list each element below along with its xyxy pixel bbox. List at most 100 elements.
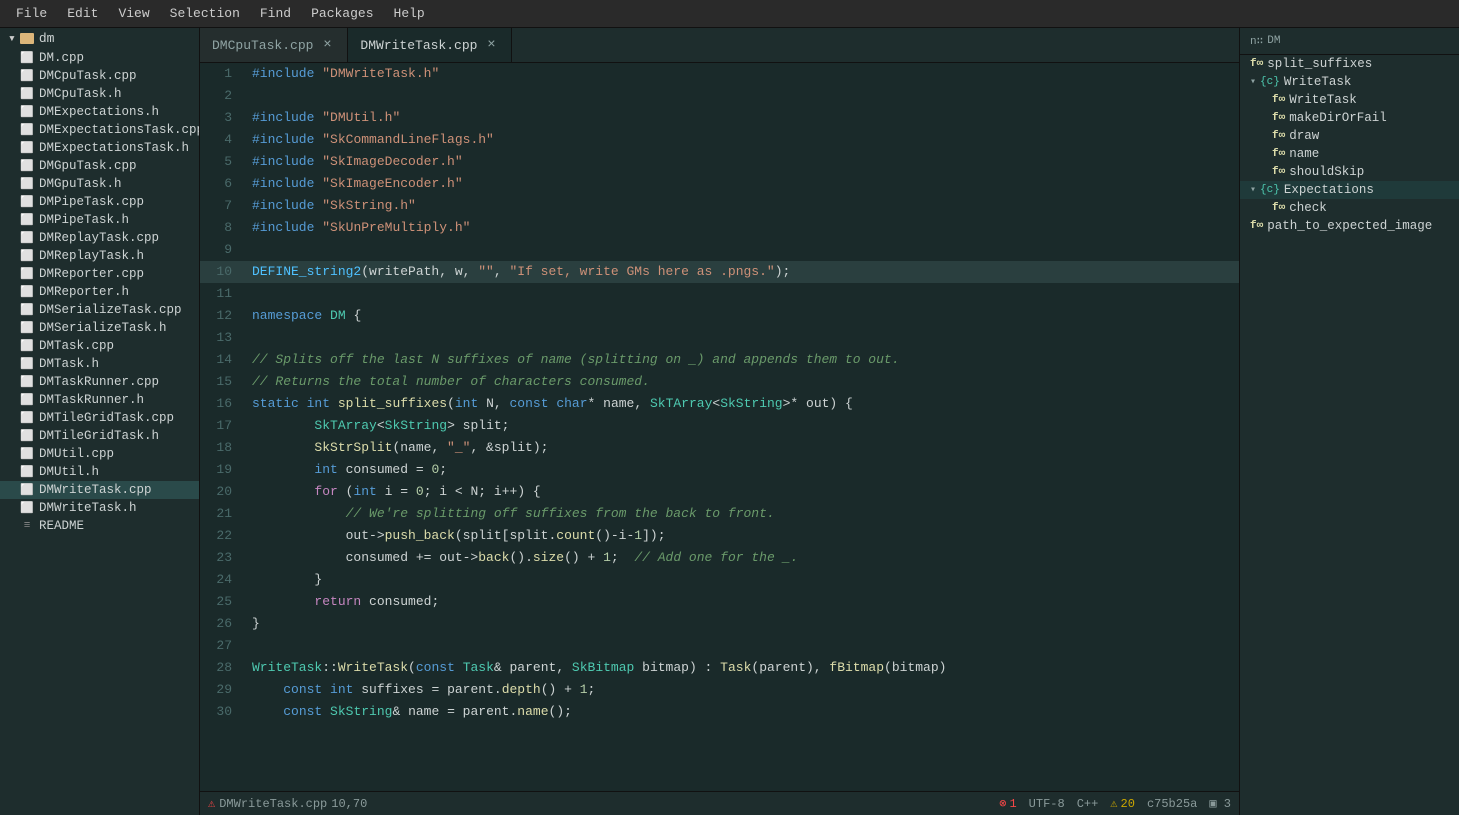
- fn-icon: f∞: [1272, 166, 1285, 178]
- sidebar-item-dmwritetask-cpp[interactable]: ⬜ DMWriteTask.cpp: [0, 481, 199, 499]
- code-line: 24 }: [200, 569, 1239, 591]
- fn-icon: f∞: [1250, 58, 1263, 70]
- sidebar-item-dmreporter-cpp[interactable]: ⬜ DMReporter.cpp: [0, 265, 199, 283]
- outline-label: draw: [1289, 129, 1319, 143]
- folder-name: dm: [39, 31, 55, 46]
- ns-indicator: n∷: [1250, 34, 1263, 48]
- outline-item-writetask-class[interactable]: ▾ {c} WriteTask: [1240, 73, 1459, 91]
- code-line: 28 WriteTask::WriteTask(const Task& pare…: [200, 657, 1239, 679]
- file-label: DMSerializeTask.cpp: [39, 303, 182, 317]
- cpp-icon: ⬜: [20, 69, 34, 83]
- sidebar-item-dm-cpp[interactable]: ⬜ DM.cpp: [0, 49, 199, 67]
- sidebar-item-dmtaskrunner-cpp[interactable]: ⬜ DMTaskRunner.cpp: [0, 373, 199, 391]
- outline-item-makedirorfail[interactable]: f∞ makeDirOrFail: [1240, 109, 1459, 127]
- outline-panel: n∷ DM f∞ split_suffixes ▾ {c} WriteTask …: [1239, 28, 1459, 815]
- sidebar-item-dmexpectationstask-cpp[interactable]: ⬜ DMExpectationsTask.cpp: [0, 121, 199, 139]
- outline-item-shouldskip[interactable]: f∞ shouldSkip: [1240, 163, 1459, 181]
- outline-item-split-suffixes[interactable]: f∞ split_suffixes: [1240, 55, 1459, 73]
- file-label: DMGpuTask.cpp: [39, 159, 137, 173]
- file-label: DMExpectations.h: [39, 105, 159, 119]
- code-editor[interactable]: 1 #include "DMWriteTask.h" 2 3 #include …: [200, 63, 1239, 791]
- sidebar-item-dmexpectations-h[interactable]: ⬜ DMExpectations.h: [0, 103, 199, 121]
- outline-item-expectations-class[interactable]: ▾ {c} Expectations: [1240, 181, 1459, 199]
- outline-item-check[interactable]: f∞ check: [1240, 199, 1459, 217]
- outline-item-name[interactable]: f∞ name: [1240, 145, 1459, 163]
- cpp-icon: ⬜: [20, 303, 34, 317]
- sidebar-item-dmpipetask-cpp[interactable]: ⬜ DMPipeTask.cpp: [0, 193, 199, 211]
- sidebar-item-dmutil-cpp[interactable]: ⬜ DMUtil.cpp: [0, 445, 199, 463]
- tab-dmwritetask-cpp[interactable]: DMWriteTask.cpp ×: [348, 28, 512, 62]
- outline-item-writetask-ctor[interactable]: f∞ WriteTask: [1240, 91, 1459, 109]
- sidebar-item-dmreporter-h[interactable]: ⬜ DMReporter.h: [0, 283, 199, 301]
- cpp-icon: ⬜: [20, 231, 34, 245]
- sidebar-item-dmcputask-cpp[interactable]: ⬜ DMCpuTask.cpp: [0, 67, 199, 85]
- status-right: ⊗ 1 UTF-8 C++ ⚠ 20 c75b25a ▣ 3: [999, 796, 1231, 811]
- outline-header: n∷ DM: [1240, 28, 1459, 55]
- sidebar: ▾ dm ⬜ DM.cpp ⬜ DMCpuTask.cpp ⬜ DMCpuTas…: [0, 28, 200, 815]
- folder-icon: [20, 33, 34, 44]
- tab-dmcputask-cpp[interactable]: DMCpuTask.cpp ×: [200, 28, 348, 62]
- code-line: 23 consumed += out->back().size() + 1; /…: [200, 547, 1239, 569]
- file-label: DMTaskRunner.cpp: [39, 375, 159, 389]
- h-icon: ⬜: [20, 141, 34, 155]
- sidebar-item-dmreplaytask-cpp[interactable]: ⬜ DMReplayTask.cpp: [0, 229, 199, 247]
- outline-label: Expectations: [1284, 183, 1374, 197]
- sidebar-item-dmtilegridtask-cpp[interactable]: ⬜ DMTileGridTask.cpp: [0, 409, 199, 427]
- tab-close-dmwritetask[interactable]: ×: [483, 37, 499, 53]
- code-line: 20 for (int i = 0; i < N; i++) {: [200, 481, 1239, 503]
- file-label: DMTaskRunner.h: [39, 393, 144, 407]
- code-line: 27: [200, 635, 1239, 657]
- code-line: 21 // We're splitting off suffixes from …: [200, 503, 1239, 525]
- cpp-icon: ⬜: [20, 447, 34, 461]
- sidebar-item-dmserializetask-h[interactable]: ⬜ DMSerializeTask.h: [0, 319, 199, 337]
- menu-find[interactable]: Find: [252, 4, 299, 23]
- sidebar-item-dmgputask-cpp[interactable]: ⬜ DMGpuTask.cpp: [0, 157, 199, 175]
- outline-label: WriteTask: [1289, 93, 1357, 107]
- sidebar-item-dmtaskrunner-h[interactable]: ⬜ DMTaskRunner.h: [0, 391, 199, 409]
- fn-icon: f∞: [1272, 130, 1285, 142]
- error-count: ⊗ 1: [999, 796, 1016, 811]
- outline-item-path-to-expected[interactable]: f∞ path_to_expected_image: [1240, 217, 1459, 235]
- sidebar-item-dmserializetask-cpp[interactable]: ⬜ DMSerializeTask.cpp: [0, 301, 199, 319]
- h-icon: ⬜: [20, 393, 34, 407]
- position-label: 10,70: [331, 797, 367, 811]
- sidebar-item-dmtask-h[interactable]: ⬜ DMTask.h: [0, 355, 199, 373]
- tab-label: DMCpuTask.cpp: [212, 38, 313, 53]
- editor-area: DMCpuTask.cpp × DMWriteTask.cpp × 1 #inc…: [200, 28, 1239, 815]
- menu-selection[interactable]: Selection: [162, 4, 248, 23]
- file-label: DMGpuTask.h: [39, 177, 122, 191]
- file-label: DMExpectationsTask.h: [39, 141, 189, 155]
- menu-file[interactable]: File: [8, 4, 55, 23]
- sidebar-item-dmtilegridtask-h[interactable]: ⬜ DMTileGridTask.h: [0, 427, 199, 445]
- h-icon: ⬜: [20, 357, 34, 371]
- cpp-icon: ⬜: [20, 195, 34, 209]
- code-line: 5 #include "SkImageDecoder.h": [200, 151, 1239, 173]
- menu-edit[interactable]: Edit: [59, 4, 106, 23]
- sidebar-item-dmreplaytask-h[interactable]: ⬜ DMReplayTask.h: [0, 247, 199, 265]
- sidebar-item-dmutil-h[interactable]: ⬜ DMUtil.h: [0, 463, 199, 481]
- h-icon: ⬜: [20, 213, 34, 227]
- sidebar-item-dmexpectationstask-h[interactable]: ⬜ DMExpectationsTask.h: [0, 139, 199, 157]
- tab-close-dmcputask[interactable]: ×: [319, 37, 335, 53]
- fn-icon: f∞: [1250, 220, 1263, 232]
- sidebar-folder-dm[interactable]: ▾ dm: [0, 28, 199, 49]
- fn-icon: f∞: [1272, 202, 1285, 214]
- menu-packages[interactable]: Packages: [303, 4, 381, 23]
- file-label: DMReporter.cpp: [39, 267, 144, 281]
- sidebar-item-dmcputask-h[interactable]: ⬜ DMCpuTask.h: [0, 85, 199, 103]
- sidebar-item-dmwritetask-h[interactable]: ⬜ DMWriteTask.h: [0, 499, 199, 517]
- code-line: 25 return consumed;: [200, 591, 1239, 613]
- h-icon: ⬜: [20, 501, 34, 515]
- outline-item-draw[interactable]: f∞ draw: [1240, 127, 1459, 145]
- error-number: 1: [1009, 797, 1016, 811]
- file-label: DMPipeTask.cpp: [39, 195, 144, 209]
- folder-expand-icon: ▾: [8, 31, 16, 46]
- menu-view[interactable]: View: [110, 4, 157, 23]
- sidebar-item-dmpipetask-h[interactable]: ⬜ DMPipeTask.h: [0, 211, 199, 229]
- menu-help[interactable]: Help: [386, 4, 433, 23]
- sidebar-item-readme[interactable]: ≡ README: [0, 517, 199, 535]
- warn-icon: ⚠: [1110, 796, 1117, 811]
- h-icon: ⬜: [20, 429, 34, 443]
- sidebar-item-dmgputask-h[interactable]: ⬜ DMGpuTask.h: [0, 175, 199, 193]
- sidebar-item-dmtask-cpp[interactable]: ⬜ DMTask.cpp: [0, 337, 199, 355]
